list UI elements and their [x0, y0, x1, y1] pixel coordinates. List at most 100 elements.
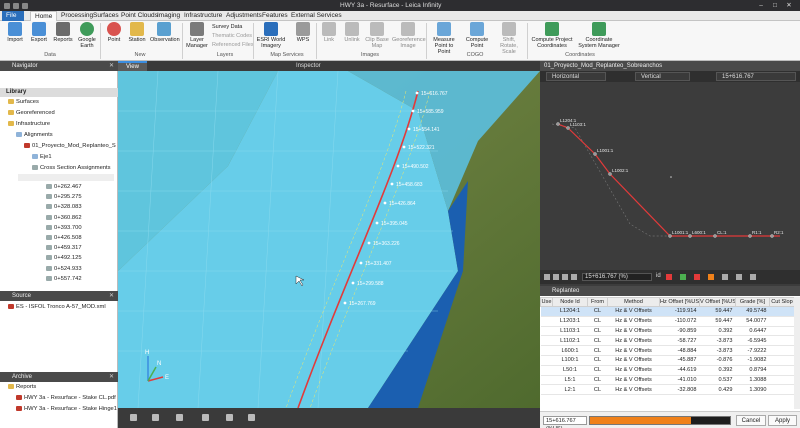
station-item[interactable]: 0+393.700 [46, 224, 82, 232]
table-row[interactable]: L5:1 CL Hz & V Offsets -41.010 0.537 1.3088 [540, 375, 795, 386]
tool-icon[interactable] [694, 274, 700, 280]
point-button[interactable]: Point [104, 22, 124, 43]
export-button[interactable]: Export [28, 22, 50, 43]
referenced-files-dropdown[interactable]: Referenced Files [212, 42, 254, 48]
table-cell[interactable]: CL [587, 384, 608, 396]
observation-button[interactable]: Observation [150, 22, 180, 43]
table-scrollbar[interactable] [794, 297, 800, 409]
survey-data-dropdown[interactable]: Survey Data [212, 24, 242, 30]
undo-icon[interactable] [13, 3, 19, 9]
tab-infrastructure[interactable]: Infrastructure [180, 11, 226, 21]
library-header[interactable]: Library [0, 88, 118, 97]
tab-vertical[interactable]: Vertical [635, 72, 690, 81]
prev-station-icon[interactable] [553, 274, 559, 280]
column-header[interactable]: Node Id [552, 297, 588, 307]
table-cell[interactable]: CL [587, 326, 608, 337]
compute-point-button[interactable]: Compute Point [463, 22, 491, 49]
method-dropdown[interactable]: Hz & V Offsets [607, 326, 660, 337]
table-row[interactable]: L1204:1 CL Hz & V Offsets -119.914 59.447 49.… [540, 306, 795, 317]
column-header[interactable]: V Offset [%US] [699, 297, 736, 307]
table-row[interactable]: L600:1 CL Hz & V Offsets -48.884 -3.873 -7.92… [540, 345, 795, 356]
table-cell[interactable]: CL [587, 335, 608, 347]
table-row[interactable]: L50:1 CL Hz & V Offsets -44.619 0.392 0.8794 [540, 365, 795, 376]
method-dropdown[interactable]: Hz & V Offsets [607, 375, 660, 386]
method-dropdown[interactable]: Hz & V Offsets [607, 365, 660, 376]
table-row[interactable]: L1203:1 CL Hz & V Offsets -110.072 59.447 54.… [540, 316, 795, 327]
table-cell[interactable]: CL [587, 316, 608, 327]
station-item[interactable]: 0+360.862 [46, 214, 82, 222]
cross-section-plot[interactable]: L1204:1L1103:1L1001:1L1002:1L1001:1 L600:… [540, 82, 800, 270]
use-checkbox[interactable] [540, 345, 553, 356]
measure-point-to-point-button[interactable]: Measure Point to Point [429, 22, 459, 55]
tab-view[interactable]: View [118, 61, 147, 71]
tool-icon[interactable] [708, 274, 714, 280]
last-station-icon[interactable] [571, 274, 577, 280]
first-station-icon[interactable] [544, 274, 550, 280]
use-checkbox[interactable] [540, 365, 553, 376]
use-checkbox[interactable] [540, 335, 553, 347]
table-cell[interactable]: CL [587, 365, 608, 376]
tool-icon[interactable] [750, 274, 756, 280]
tree-filter-bar[interactable] [18, 174, 114, 181]
station-item[interactable]: 0+426.508 [46, 235, 82, 242]
tree-item-reports[interactable]: Reports [8, 384, 36, 391]
tool-icon[interactable] [680, 274, 686, 280]
table-cell[interactable]: CL [587, 355, 608, 366]
import-button[interactable]: Import [4, 22, 26, 43]
thematic-codes-dropdown[interactable]: Thematic Codes [212, 33, 252, 39]
table-row[interactable]: L100:1 CL Hz & V Offsets -45.887 -0.876 -1.90… [540, 355, 795, 366]
unlink-button[interactable]: Unlink [342, 22, 362, 43]
column-header[interactable]: Use [540, 297, 553, 307]
3d-view[interactable]: 15+616.767 15+585.959 15+554.141 15+522.321… [118, 71, 540, 408]
quick-access-toolbar[interactable] [4, 2, 44, 9]
column-header[interactable]: Grade [%] [735, 297, 770, 307]
tab-home[interactable]: Home [30, 11, 58, 21]
redo-icon[interactable] [22, 3, 28, 9]
shift-rotate-scale-button[interactable]: Shift, Rotate, Scale [494, 22, 524, 55]
tree-item-infrastructure[interactable]: Infrastructure [8, 121, 50, 128]
tab-inspector[interactable]: Inspector [288, 61, 329, 71]
table-cell[interactable]: CL [587, 345, 608, 356]
close-icon[interactable]: ✕ [109, 291, 114, 301]
google-earth-button[interactable]: Google Earth [76, 22, 98, 49]
tree-item-project[interactable]: 01_Proyecto_Mod_Replanteo_S [24, 143, 116, 150]
settings-icon[interactable] [248, 414, 255, 421]
georeference-image-button[interactable]: Georeference Image [392, 22, 426, 49]
close-button[interactable]: ✕ [782, 0, 796, 11]
tree-item-cross-sections[interactable]: Cross Section Assignments [32, 165, 111, 172]
station-item[interactable]: 0+524.933 [46, 265, 82, 273]
coordinate-system-manager-button[interactable]: Coordinate System Manager [578, 22, 620, 49]
method-dropdown[interactable]: Hz & V Offsets [607, 316, 660, 327]
station-item[interactable]: 0+557.742 [46, 275, 82, 283]
use-checkbox[interactable] [540, 316, 553, 327]
use-checkbox[interactable] [540, 306, 553, 317]
column-header[interactable]: Hz Offset [%US] [659, 297, 700, 307]
column-header[interactable]: Cut Slop [769, 297, 795, 307]
clip-base-map-button[interactable]: Clip Base Map [365, 22, 389, 49]
reports-button[interactable]: Reports [52, 22, 74, 43]
minimize-button[interactable]: – [754, 0, 768, 11]
tab-station[interactable]: 15+616.767 [716, 72, 796, 81]
pan-icon[interactable] [152, 414, 159, 421]
tree-item-surfaces[interactable]: Surfaces [8, 99, 39, 106]
measure-icon[interactable] [226, 414, 233, 421]
station-item[interactable]: 0+459.317 [46, 245, 82, 252]
method-dropdown[interactable]: Hz & V Offsets [607, 306, 660, 317]
tree-item-eje[interactable]: Eje1 [32, 154, 52, 161]
column-header[interactable]: From [587, 297, 608, 307]
tab-external-services[interactable]: External Services [287, 11, 346, 21]
tool-icon[interactable] [722, 274, 728, 280]
table-cell[interactable]: CL [587, 306, 608, 317]
station-item[interactable]: 0+492.125 [46, 255, 82, 262]
method-dropdown[interactable]: Hz & V Offsets [607, 335, 660, 347]
use-checkbox[interactable] [540, 384, 553, 396]
maximize-button[interactable]: □ [768, 0, 782, 11]
orbit-icon[interactable] [130, 414, 137, 421]
method-dropdown[interactable]: Hz & V Offsets [607, 384, 660, 396]
link-button[interactable]: Link [320, 22, 338, 43]
use-checkbox[interactable] [540, 355, 553, 366]
tool-icon[interactable] [736, 274, 742, 280]
tool-icon[interactable] [666, 274, 672, 280]
station-field[interactable]: 15+616.767 (%) [582, 273, 652, 281]
station-item[interactable]: 0+262.467 [46, 184, 82, 191]
